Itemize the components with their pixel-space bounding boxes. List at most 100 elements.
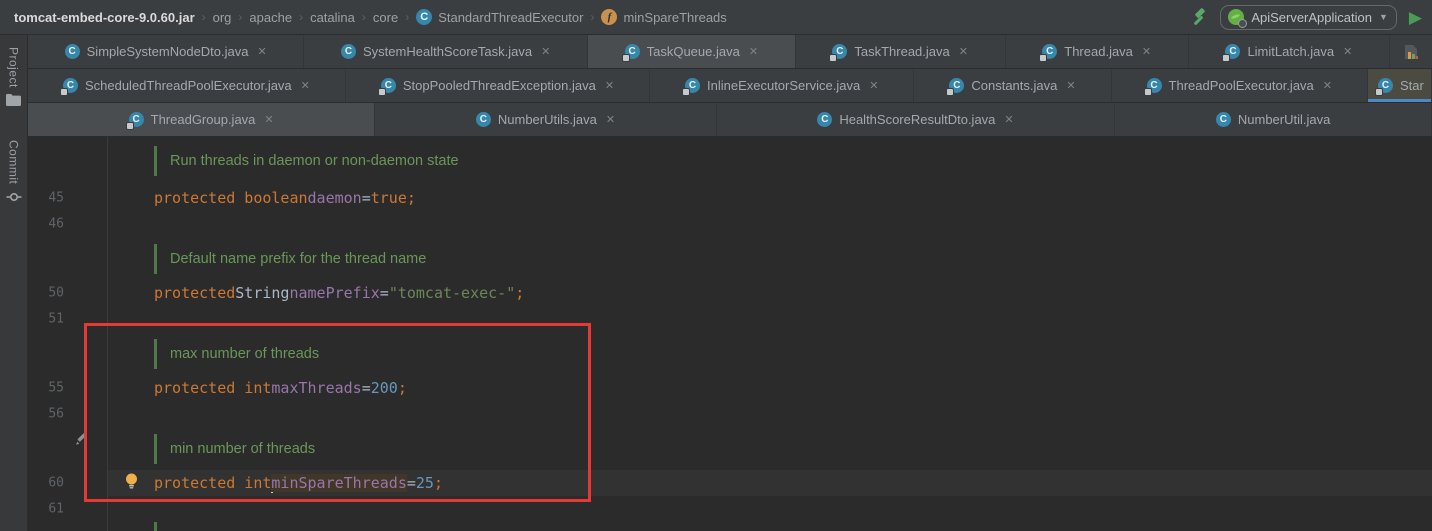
editor-tab[interactable]: C SystemHealthScoreTask.java ✕ (304, 35, 588, 68)
comment-indent-bar (154, 433, 157, 464)
breadcrumb-separator: › (201, 10, 206, 24)
editor-gutter (28, 332, 108, 375)
editor-tab[interactable]: C NumberUtil.java (1115, 103, 1432, 136)
close-icon[interactable]: ✕ (749, 45, 758, 58)
close-icon[interactable]: ✕ (1323, 79, 1332, 92)
tab-label: SimpleSystemNodeDto.java (86, 44, 249, 59)
close-icon[interactable]: ✕ (605, 79, 614, 92)
close-icon[interactable]: ✕ (1142, 45, 1151, 58)
comment-indent-bar (154, 146, 157, 176)
class-locked-icon: C (1040, 44, 1058, 61)
code-text[interactable]: protected int minSpareThreads = 25; (108, 470, 1432, 496)
code-line: 55 protected int maxThreads = 200; (28, 375, 1432, 401)
editor-gutter (28, 237, 108, 280)
tab-label: TaskThread.java (854, 44, 950, 59)
close-icon[interactable]: ✕ (541, 45, 550, 58)
project-tool-label: Project (6, 47, 21, 88)
breadcrumb-label: tomcat-embed-core-9.0.60.jar (14, 9, 195, 25)
code-line: 50 protected String namePrefix = "tomcat-… (28, 280, 1432, 306)
editor-tab[interactable]: C StopPooledThreadException.java ✕ (346, 69, 651, 102)
line-number: 46 (48, 216, 64, 232)
editor-tab[interactable]: C Constants.java ✕ (914, 69, 1112, 102)
breadcrumb-item[interactable]: apache (249, 10, 292, 25)
sidebar-item-project[interactable]: Project (6, 43, 21, 110)
ide-window: tomcat-embed-core-9.0.60.jar › org › apache ›… (0, 0, 1432, 531)
code-area (108, 496, 1432, 522)
class-locked-icon: C (1376, 78, 1393, 95)
close-icon[interactable]: ✕ (1066, 79, 1075, 92)
code-token: 200 (370, 379, 398, 397)
chevron-down-icon: ▼ (1379, 12, 1388, 22)
breadcrumb-item[interactable]: core (373, 10, 398, 25)
field-icon: f (601, 9, 618, 25)
blank-line: 46 (28, 211, 1432, 237)
editor-tab[interactable]: C SimpleSystemNodeDto.java ✕ (28, 35, 305, 68)
code-editor[interactable]: Run threads in daemon or non-daemon stat… (28, 137, 1432, 531)
class-locked-icon: C (682, 78, 700, 95)
class-locked-icon: C (1223, 44, 1241, 61)
intention-bulb-icon[interactable] (124, 473, 139, 494)
breadcrumb-item[interactable]: f minSpareThreads (601, 9, 727, 25)
editor-tab[interactable]: C Thread.java ✕ (1006, 35, 1189, 68)
class-locked-icon: C (947, 78, 965, 95)
comment-indent-bar (154, 522, 157, 531)
build-hammer-icon[interactable] (1188, 7, 1208, 27)
blank-line: 56 (28, 401, 1432, 427)
editor-gutter: 45 (28, 185, 108, 211)
run-configuration-name: ApiServerApplication (1251, 9, 1372, 25)
code-token: = (406, 474, 416, 492)
spring-boot-run-icon (1228, 9, 1248, 28)
editor-tab[interactable]: C InlineExecutorService.java ✕ (650, 69, 915, 102)
editor-tab[interactable]: C ScheduledThreadPoolExecutor.java ✕ (28, 69, 346, 102)
sidebar-item-commit[interactable]: Commit (6, 136, 22, 209)
breadcrumb-item[interactable]: catalina (310, 10, 355, 25)
editor-gutter: 56 (28, 401, 108, 427)
editor-stats-widget-icon[interactable] (1390, 35, 1432, 68)
tab-label: TaskQueue.java (646, 44, 740, 59)
close-icon[interactable]: ✕ (959, 45, 968, 58)
close-icon[interactable]: ✕ (606, 113, 615, 126)
close-icon[interactable]: ✕ (1004, 113, 1013, 126)
doc-comment-row: Default name prefix for the thread name (28, 237, 1432, 280)
code-text[interactable]: protected String namePrefix = "tomcat-ex… (108, 280, 1432, 306)
tab-label: HealthScoreResultDto.java (839, 112, 996, 127)
line-number: 45 (48, 190, 64, 206)
breadcrumb-item[interactable]: C StandardThreadExecutor (416, 9, 583, 25)
tab-label: NumberUtil.java (1237, 112, 1331, 127)
close-icon[interactable]: ✕ (301, 79, 310, 92)
editor-tab[interactable]: C HealthScoreResultDto.java ✕ (717, 103, 1116, 136)
breadcrumb-item[interactable]: org (213, 10, 232, 25)
close-icon[interactable]: ✕ (258, 45, 267, 58)
close-icon[interactable]: ✕ (1343, 45, 1352, 58)
editor-tab[interactable]: C TaskQueue.java ✕ (587, 35, 796, 68)
class-locked-icon: C (60, 78, 78, 95)
editor-tab[interactable]: C ThreadPoolExecutor.java ✕ (1112, 69, 1368, 102)
close-icon[interactable]: ✕ (264, 113, 273, 126)
tab-row-1: C SimpleSystemNodeDto.java ✕ C SystemHealthS… (28, 35, 1391, 68)
code-token: String (235, 284, 290, 302)
class-locked-icon: C (1144, 78, 1162, 95)
run-configuration-select[interactable]: ApiServerApplication ▼ (1220, 4, 1397, 30)
breadcrumb-label: StandardThreadExecutor (438, 9, 584, 25)
commit-tool-label: Commit (6, 139, 21, 185)
breadcrumb-item[interactable]: tomcat-embed-core-9.0.60.jar (14, 10, 195, 25)
run-button[interactable]: ▶ (1409, 9, 1422, 26)
breadcrumb-label: org (212, 9, 232, 25)
close-icon[interactable]: ✕ (869, 79, 878, 92)
edit-pencil-icon (75, 431, 89, 450)
blank-line: 61 (28, 496, 1432, 522)
editor-tab[interactable]: C ThreadGroup.java ✕ (28, 103, 376, 136)
comment-indent-bar (154, 338, 157, 369)
editor-tab[interactable]: C Star (1368, 69, 1432, 102)
code-token: protected int (154, 474, 272, 492)
class-locked-icon: C (622, 44, 640, 61)
code-text[interactable]: protected boolean daemon = true; (108, 185, 1432, 211)
editor-tab[interactable]: C TaskThread.java ✕ (796, 35, 1006, 68)
editor-tab[interactable]: C NumberUtils.java ✕ (375, 103, 717, 136)
breadcrumb-label: minSpareThreads (623, 9, 727, 25)
code-text[interactable]: protected int maxThreads = 200; (108, 375, 1432, 401)
code-token: ; (433, 474, 443, 492)
editor-tab[interactable]: C LimitLatch.java ✕ (1189, 35, 1391, 68)
editor-gutter: 60 (28, 470, 108, 496)
editor-gutter: 46 (28, 211, 108, 237)
